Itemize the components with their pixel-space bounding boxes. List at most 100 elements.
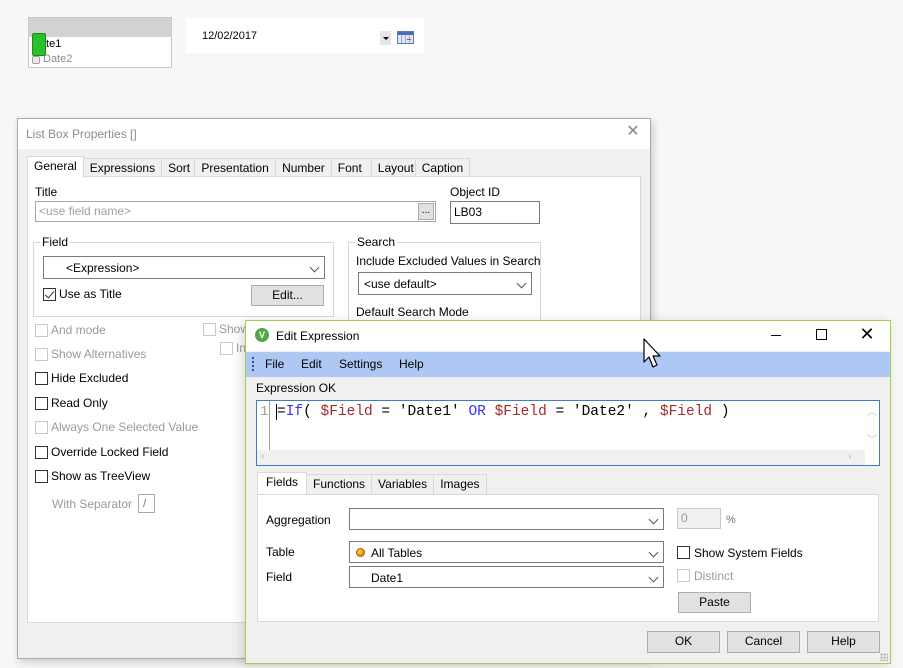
cancel-button[interactable]: Cancel bbox=[727, 631, 800, 653]
dialog-title: List Box Properties [] bbox=[26, 127, 137, 141]
object-id-input[interactable]: LB03 bbox=[450, 201, 540, 224]
include-excluded-value: <use default> bbox=[364, 277, 437, 291]
horizontal-scrollbar[interactable]: ‹ › bbox=[257, 450, 865, 465]
mouse-pointer-icon bbox=[643, 338, 661, 368]
scroll-up-icon[interactable]: ︿ bbox=[867, 403, 877, 418]
show-alternatives-checkbox[interactable] bbox=[35, 348, 48, 361]
object-id-label: Object ID bbox=[450, 185, 501, 199]
paste-button[interactable]: Paste bbox=[678, 592, 751, 613]
distinct-label: Distinct bbox=[694, 569, 734, 583]
read-only-checkbox[interactable] bbox=[35, 397, 48, 410]
show-as-treeview-checkbox[interactable] bbox=[35, 470, 48, 483]
field-value: Date1 bbox=[371, 571, 404, 585]
distinct-checkbox[interactable] bbox=[677, 569, 690, 582]
dialog-titlebar[interactable]: List Box Properties [] ✕ bbox=[18, 119, 650, 149]
aggregation-label: Aggregation bbox=[266, 513, 331, 527]
title-browse-button[interactable]: ... bbox=[418, 203, 434, 220]
default-search-mode-label: Default Search Mode bbox=[356, 305, 469, 319]
tab-general[interactable]: General bbox=[27, 156, 84, 178]
chevron-down-icon bbox=[648, 514, 659, 525]
tab-expressions[interactable]: Expressions bbox=[82, 158, 163, 178]
title-label: Title bbox=[35, 185, 58, 199]
ok-button[interactable]: OK bbox=[647, 631, 720, 653]
expression-editor[interactable]: 1 =If( $Field = 'Date1' OR $Field = 'Dat… bbox=[256, 400, 880, 466]
field-select-value: <Expression> bbox=[66, 261, 140, 275]
hide-excluded-label: Hide Excluded bbox=[51, 371, 129, 385]
table-icon bbox=[356, 548, 365, 557]
table-value: All Tables bbox=[371, 546, 423, 560]
tab-presentation[interactable]: Presentation bbox=[194, 158, 277, 178]
table-label: Table bbox=[266, 545, 295, 559]
resize-grip-icon[interactable] bbox=[880, 653, 888, 661]
table-select[interactable]: All Tables bbox=[349, 541, 664, 563]
field-select[interactable]: <Expression> bbox=[43, 256, 325, 279]
with-separator-label: With Separator bbox=[52, 497, 133, 511]
close-icon[interactable]: ✕ bbox=[857, 325, 877, 345]
minimize-icon[interactable] bbox=[766, 325, 786, 345]
use-as-title-checkbox[interactable] bbox=[43, 288, 56, 301]
scroll-right-icon[interactable]: › bbox=[848, 451, 851, 462]
show-partial-checkbox[interactable] bbox=[203, 323, 216, 336]
separator-input[interactable]: / bbox=[138, 494, 155, 513]
properties-tab-strip: General Expressions Sort Presentation Nu… bbox=[27, 156, 471, 178]
override-locked-field-checkbox[interactable] bbox=[35, 446, 48, 459]
toolbar-grip-icon[interactable] bbox=[252, 357, 254, 372]
code-token: If bbox=[285, 404, 304, 420]
tab-layout[interactable]: Layout bbox=[370, 158, 416, 178]
tab-functions[interactable]: Functions bbox=[306, 474, 373, 494]
expression-code-line[interactable]: =If( $Field = 'Date1' OR $Field = 'Date2… bbox=[277, 404, 730, 420]
date-listbox: Date1 Date2 bbox=[28, 17, 172, 68]
tab-images[interactable]: Images bbox=[433, 474, 487, 494]
and-mode-label: And mode bbox=[51, 323, 106, 337]
calendar-date-value[interactable]: 12/02/2017 bbox=[202, 30, 257, 42]
code-token: = bbox=[277, 404, 286, 420]
menu-edit[interactable]: Edit bbox=[301, 357, 322, 371]
tab-caption[interactable]: Caption bbox=[414, 158, 471, 178]
maximize-icon[interactable] bbox=[811, 325, 831, 345]
and-mode-checkbox[interactable] bbox=[35, 324, 48, 337]
close-icon[interactable]: ✕ bbox=[626, 124, 640, 140]
scroll-left-icon[interactable]: ‹ bbox=[261, 451, 264, 462]
tab-fields[interactable]: Fields bbox=[257, 472, 308, 494]
help-button[interactable]: Help bbox=[807, 631, 880, 653]
field-select[interactable]: Date1 bbox=[349, 566, 664, 588]
text-caret bbox=[276, 404, 277, 420]
menu-settings[interactable]: Settings bbox=[339, 357, 382, 371]
chevron-down-icon bbox=[309, 262, 320, 273]
menu-help[interactable]: Help bbox=[399, 357, 424, 371]
vertical-scrollbar[interactable]: ︿ ﹀ bbox=[863, 401, 879, 450]
dropdown-arrow-icon[interactable] bbox=[380, 31, 391, 45]
show-system-fields-label: Show System Fields bbox=[694, 546, 803, 560]
field-label: Field bbox=[266, 570, 293, 584]
menu-file[interactable]: File bbox=[265, 357, 284, 371]
include-excluded-select[interactable]: <use default> bbox=[358, 272, 532, 295]
listbox-item-date1[interactable]: Date1 bbox=[29, 33, 171, 56]
code-token: = 'Date2' , bbox=[546, 404, 660, 420]
dialog-titlebar[interactable]: V Edit Expression ✕ bbox=[246, 321, 890, 351]
search-group-label: Search bbox=[355, 235, 398, 249]
in-partial-checkbox[interactable] bbox=[220, 342, 233, 355]
tab-sort[interactable]: Sort bbox=[161, 158, 196, 178]
code-token: $Field bbox=[320, 404, 373, 420]
percent-input[interactable]: 0 bbox=[677, 508, 721, 529]
tab-font[interactable]: Font bbox=[330, 158, 372, 178]
show-alternatives-label: Show Alternatives bbox=[51, 347, 147, 361]
search-group: Search Include Excluded Values in Search… bbox=[348, 235, 541, 332]
listbox-caption bbox=[29, 18, 171, 37]
show-system-fields-checkbox[interactable] bbox=[677, 546, 690, 559]
hide-excluded-checkbox[interactable] bbox=[35, 372, 48, 385]
listbox-item-date2[interactable]: Date2 bbox=[29, 52, 171, 67]
scroll-down-icon[interactable]: ﹀ bbox=[867, 431, 877, 446]
edit-button[interactable]: Edit... bbox=[251, 285, 324, 306]
code-token: ) bbox=[712, 404, 730, 420]
show-as-treeview-label: Show as TreeView bbox=[51, 469, 151, 483]
tab-variables[interactable]: Variables bbox=[371, 474, 435, 494]
tab-number[interactable]: Number bbox=[275, 158, 332, 178]
aggregation-select[interactable] bbox=[349, 508, 664, 530]
title-input[interactable]: <use field name> bbox=[35, 201, 436, 222]
code-token: OR bbox=[468, 404, 486, 420]
always-one-selected-label: Always One Selected Value bbox=[51, 420, 199, 434]
calendar-icon[interactable] bbox=[397, 31, 414, 44]
always-one-selected-checkbox[interactable] bbox=[35, 421, 48, 434]
